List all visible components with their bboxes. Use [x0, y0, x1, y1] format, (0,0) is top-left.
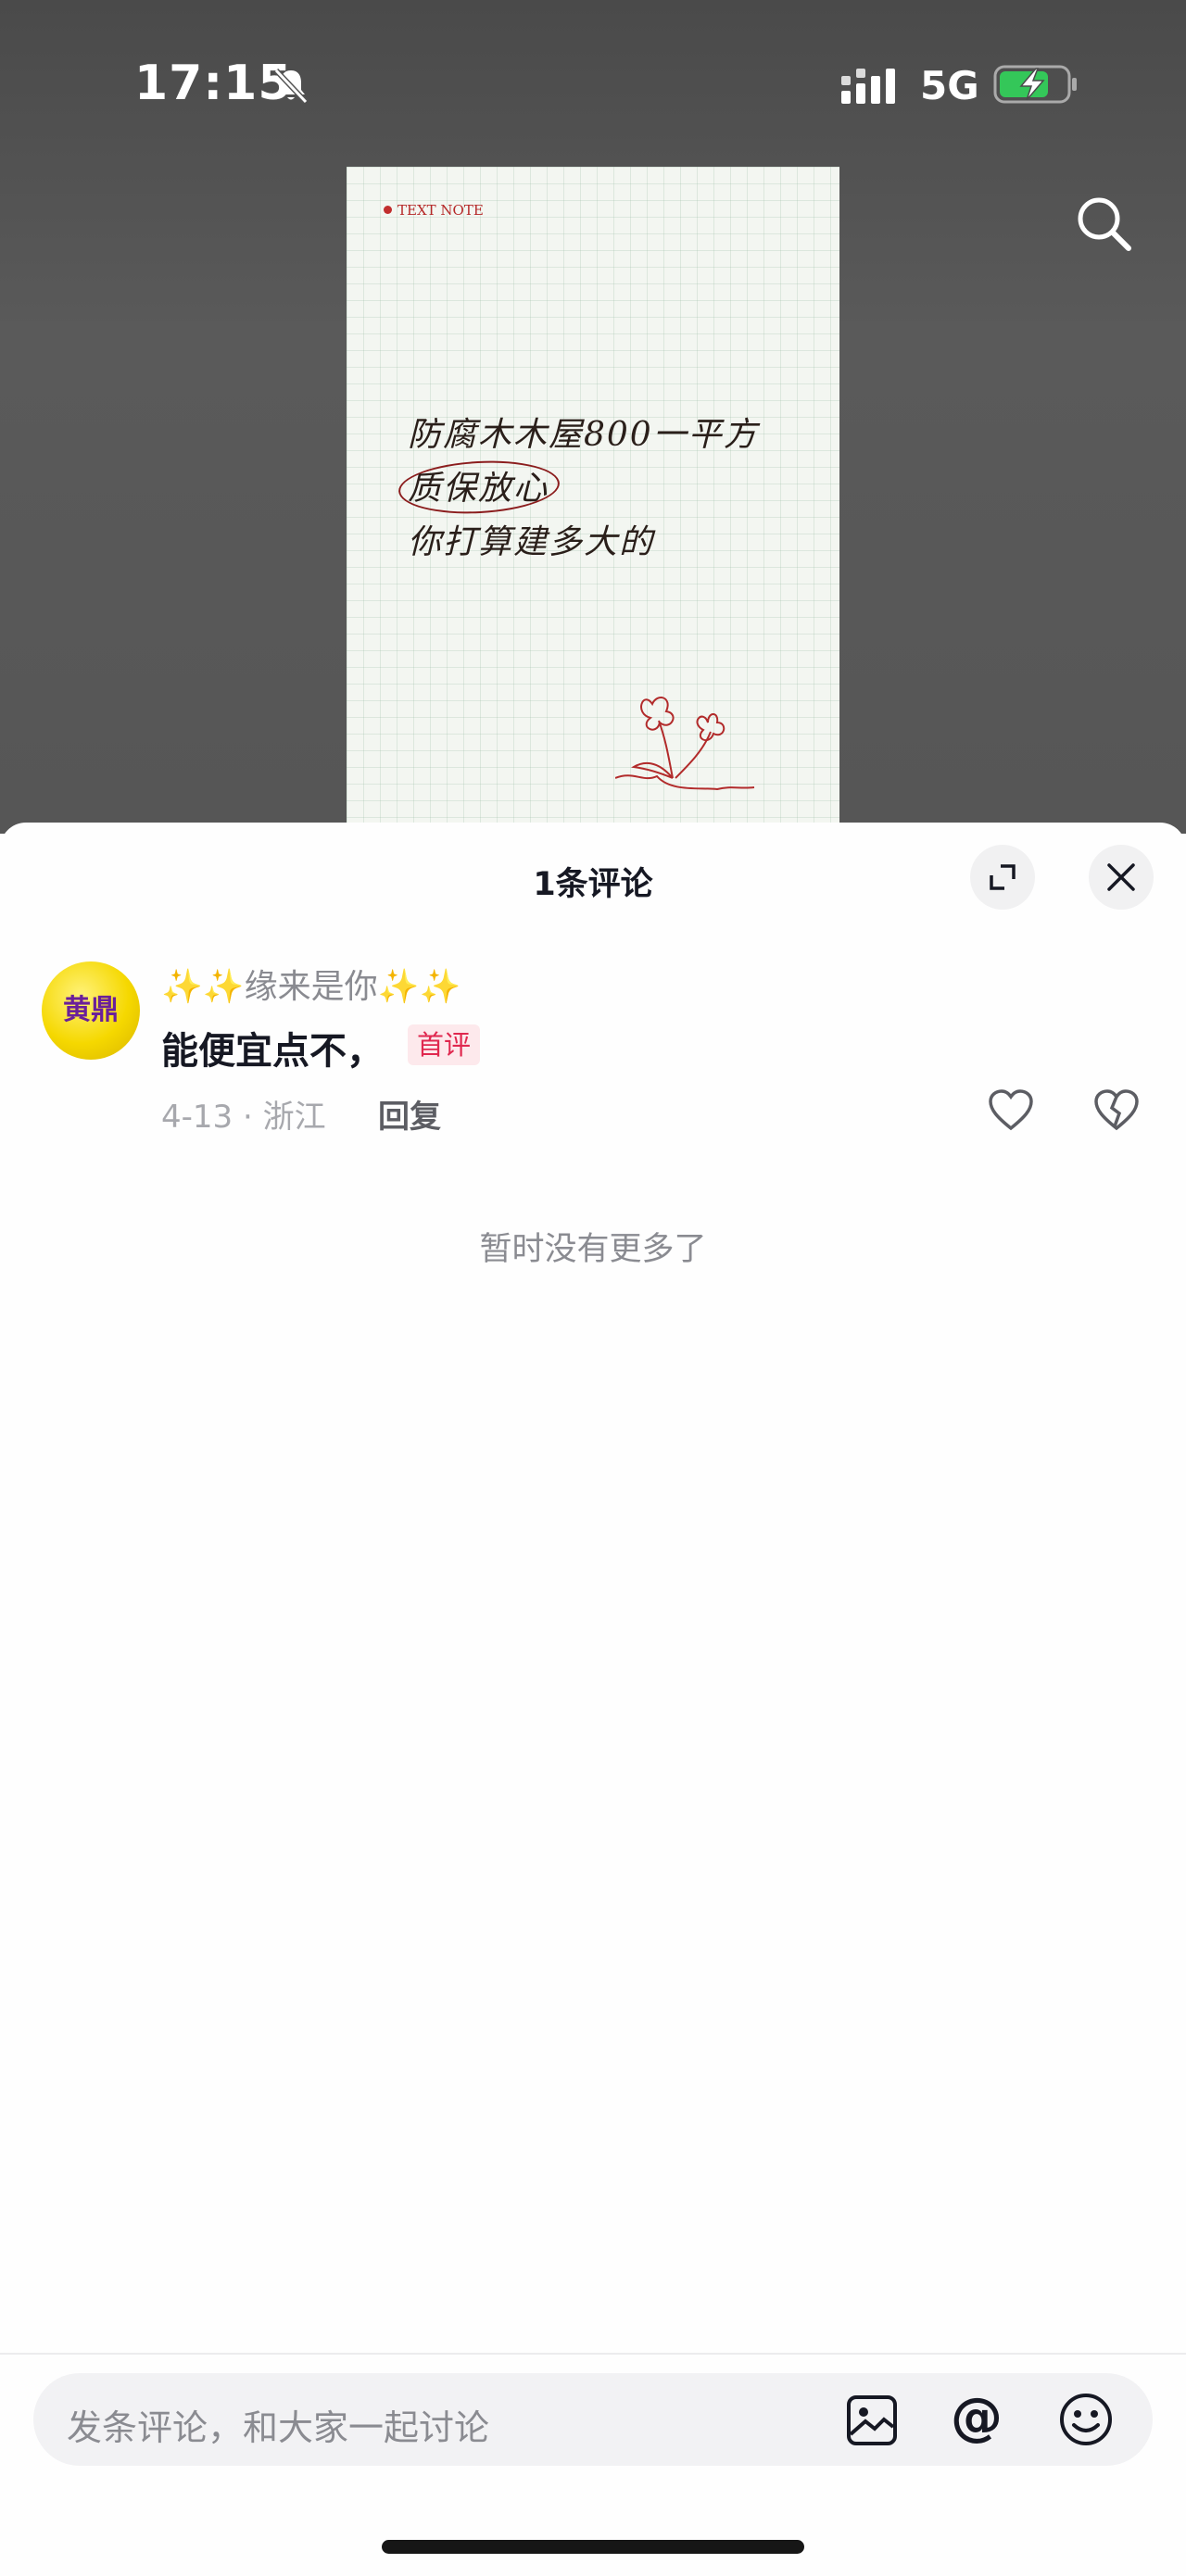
comment-username[interactable]: ✨✨缘来是你✨✨	[161, 960, 461, 1008]
signal-icon	[841, 67, 908, 109]
first-comment-badge: 首评	[408, 1024, 481, 1065]
note-line-1: 防腐木木屋800一平方	[408, 416, 759, 454]
reply-button[interactable]: 回复	[378, 1091, 441, 1137]
expand-icon	[990, 864, 1016, 890]
status-time: 17:15	[134, 56, 293, 111]
divider	[0, 2353, 1186, 2355]
network-label: 5G	[920, 63, 979, 108]
battery-charging-icon	[993, 65, 1080, 107]
close-button[interactable]	[1089, 845, 1154, 910]
emoji-icon[interactable]	[1058, 2392, 1114, 2451]
mention-icon[interactable]: @	[951, 2388, 1003, 2447]
note-line-2: 质保放心	[408, 470, 549, 508]
comment-input-placeholder[interactable]: 发条评论，和大家一起讨论	[67, 2399, 489, 2450]
comment-input[interactable]: 发条评论，和大家一起讨论 @	[33, 2373, 1153, 2466]
video-background: 17:15 5G TEXT NOTE 防腐木木屋800一平方 质保放心 你打算建…	[0, 0, 1186, 834]
video-note-card[interactable]: TEXT NOTE 防腐木木屋800一平方 质保放心 你打算建多大的	[347, 167, 839, 834]
no-more-comments: 暂时没有更多了	[479, 1231, 707, 1268]
bell-muted-icon	[271, 65, 311, 109]
image-icon[interactable]	[845, 2394, 899, 2451]
status-bar: 17:15 5G	[0, 0, 1186, 167]
avatar-text: 黄鼎	[63, 994, 119, 1026]
note-line-3: 你打算建多大的	[408, 523, 655, 561]
avatar[interactable]: 黄鼎	[42, 961, 140, 1060]
close-icon	[1107, 863, 1135, 891]
expand-button[interactable]	[970, 845, 1035, 910]
broken-heart-icon[interactable]	[1093, 1089, 1140, 1136]
comments-sheet: 1条评论 黄鼎 ✨✨缘来是你✨✨ 能便宜点不， 首评 4-13 · 浙江 回复 …	[0, 823, 1186, 2576]
comment-text: 能便宜点不，	[161, 1030, 384, 1073]
note-tag: TEXT NOTE	[384, 202, 484, 219]
home-indicator	[382, 2540, 804, 2554]
heart-icon[interactable]	[988, 1089, 1034, 1136]
flower-doodle-icon	[614, 685, 763, 810]
comment-meta: 4-13 · 浙江	[161, 1099, 326, 1136]
search-icon[interactable]	[1073, 193, 1134, 258]
